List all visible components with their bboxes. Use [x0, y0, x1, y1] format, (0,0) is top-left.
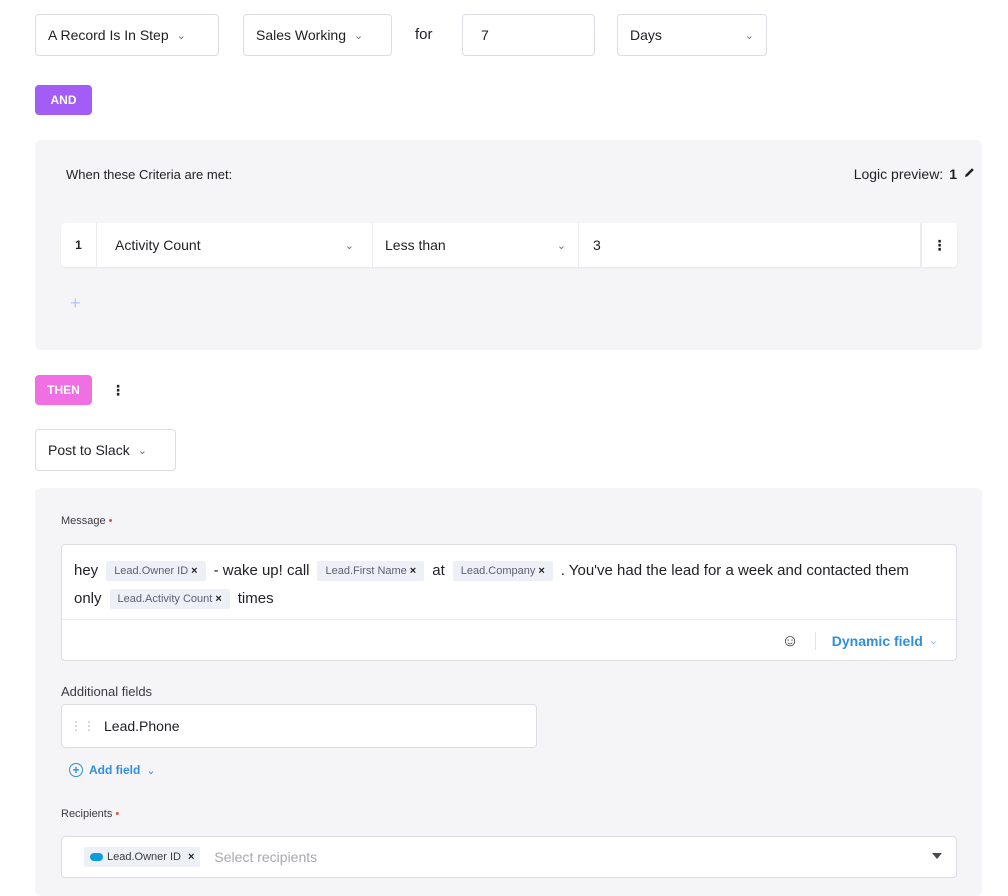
for-label: for	[415, 26, 433, 43]
required-indicator: •	[108, 515, 113, 527]
remove-chip-icon[interactable]: ×	[191, 565, 197, 577]
recipients-label: Recipients •	[61, 808, 119, 820]
chevron-down-icon: ⌄	[137, 444, 147, 457]
chevron-down-icon: ⌄	[556, 239, 566, 252]
logic-preview-value: 1	[949, 166, 957, 182]
unit-value: Days	[630, 27, 662, 43]
criteria-operator-select[interactable]: Less than ⌄	[373, 223, 579, 267]
chevron-down-icon: ⌄	[928, 635, 938, 647]
caret-down-icon[interactable]	[932, 853, 942, 859]
dynamic-chip-label: Lead.First Name	[325, 565, 407, 577]
action-type-value: Post to Slack	[48, 442, 130, 458]
dynamic-chip[interactable]: Lead.Company ×	[452, 561, 553, 581]
additional-fields-label: Additional fields	[61, 684, 153, 699]
chevron-down-icon: ⌄	[146, 764, 156, 777]
and-badge: AND	[35, 85, 92, 115]
message-text-part: hey	[74, 562, 99, 579]
add-field-button[interactable]: + Add field ⌄	[69, 763, 156, 777]
recipient-chip[interactable]: Lead.Owner ID ×	[84, 847, 201, 867]
message-text[interactable]: hey Lead.Owner ID × - wake up! call Lead.Fir…	[74, 557, 934, 613]
action-type-select[interactable]: Post to Slack ⌄	[35, 429, 176, 471]
chevron-down-icon: ⌄	[176, 29, 186, 42]
more-options-icon[interactable]: ⋮	[921, 223, 957, 267]
then-more-options-icon[interactable]: ⋮	[111, 383, 125, 397]
add-field-label: Add field	[89, 763, 141, 777]
dynamic-chip[interactable]: Lead.First Name ×	[317, 561, 425, 581]
criteria-value-input[interactable]: 3	[579, 223, 921, 267]
duration-value: 7	[481, 27, 489, 43]
criteria-title: When these Criteria are met:	[66, 167, 233, 182]
dynamic-chip[interactable]: Lead.Activity Count ×	[109, 589, 230, 609]
dynamic-chip-label: Lead.Owner ID	[114, 565, 189, 577]
step-value: Sales Working	[256, 27, 347, 43]
drag-handle-icon[interactable]: ⋮⋮	[62, 719, 104, 733]
dynamic-chip[interactable]: Lead.Owner ID ×	[106, 561, 206, 581]
chevron-down-icon: ⌄	[744, 29, 754, 42]
criteria-row: 1 Activity Count ⌄ Less than ⌄ 3 ⋮	[61, 223, 957, 267]
recipients-select[interactable]: Lead.Owner ID × Select recipients	[61, 836, 957, 878]
remove-chip-icon[interactable]: ×	[538, 565, 544, 577]
additional-field-item[interactable]: ⋮⋮ Lead.Phone	[61, 704, 537, 748]
criteria-field-value: Activity Count	[115, 237, 201, 253]
logic-preview-label: Logic preview:	[853, 166, 944, 182]
duration-input[interactable]: 7	[462, 14, 595, 56]
message-text-part: times	[237, 590, 274, 607]
remove-chip-icon[interactable]: ×	[410, 565, 416, 577]
remove-chip-icon[interactable]: ×	[215, 593, 221, 605]
message-toolbar: ☺ Dynamic field ⌄	[62, 619, 956, 661]
message-text-part: - wake up! call	[213, 562, 310, 579]
recipients-label-text: Recipients	[61, 808, 113, 820]
chevron-down-icon: ⌄	[354, 29, 364, 42]
divider	[814, 631, 816, 650]
condition-select[interactable]: A Record Is In Step ⌄	[35, 14, 219, 56]
dynamic-chip-label: Lead.Company	[460, 565, 536, 577]
criteria-panel: When these Criteria are met: Logic previ…	[35, 140, 982, 350]
recipients-placeholder: Select recipients	[214, 849, 318, 865]
remove-chip-icon[interactable]: ×	[188, 847, 194, 867]
message-editor[interactable]: hey Lead.Owner ID × - wake up! call Lead.Fir…	[61, 544, 957, 661]
emoji-icon[interactable]: ☺	[781, 631, 798, 651]
then-badge: THEN	[35, 375, 92, 405]
dynamic-field-button[interactable]: Dynamic field ⌄	[832, 633, 938, 649]
chevron-down-icon: ⌄	[344, 239, 354, 252]
logic-preview: Logic preview: 1	[854, 166, 976, 182]
step-select[interactable]: Sales Working ⌄	[243, 14, 392, 56]
dynamic-chip-label: Lead.Activity Count	[117, 593, 213, 605]
salesforce-cloud-icon	[90, 853, 103, 861]
criteria-field-select[interactable]: Activity Count ⌄	[97, 223, 373, 267]
pencil-icon[interactable]	[963, 166, 976, 182]
condition-value: A Record Is In Step	[48, 27, 169, 43]
criteria-operator-value: Less than	[385, 237, 446, 253]
action-panel: Message • hey Lead.Owner ID × - wake up! cal…	[35, 488, 982, 896]
criteria-row-index: 1	[61, 223, 97, 267]
message-label: Message •	[61, 515, 113, 527]
unit-select[interactable]: Days ⌄	[617, 14, 767, 56]
recipient-chip-label: Lead.Owner ID	[107, 851, 181, 863]
plus-circle-icon: +	[69, 763, 83, 777]
dynamic-field-label: Dynamic field	[831, 632, 923, 649]
criteria-value: 3	[593, 237, 601, 253]
message-text-part: at	[432, 562, 445, 579]
message-label-text: Message	[61, 515, 106, 527]
required-indicator: •	[115, 808, 120, 820]
additional-field-value: Lead.Phone	[104, 718, 180, 734]
add-criteria-button[interactable]: +	[70, 293, 81, 314]
